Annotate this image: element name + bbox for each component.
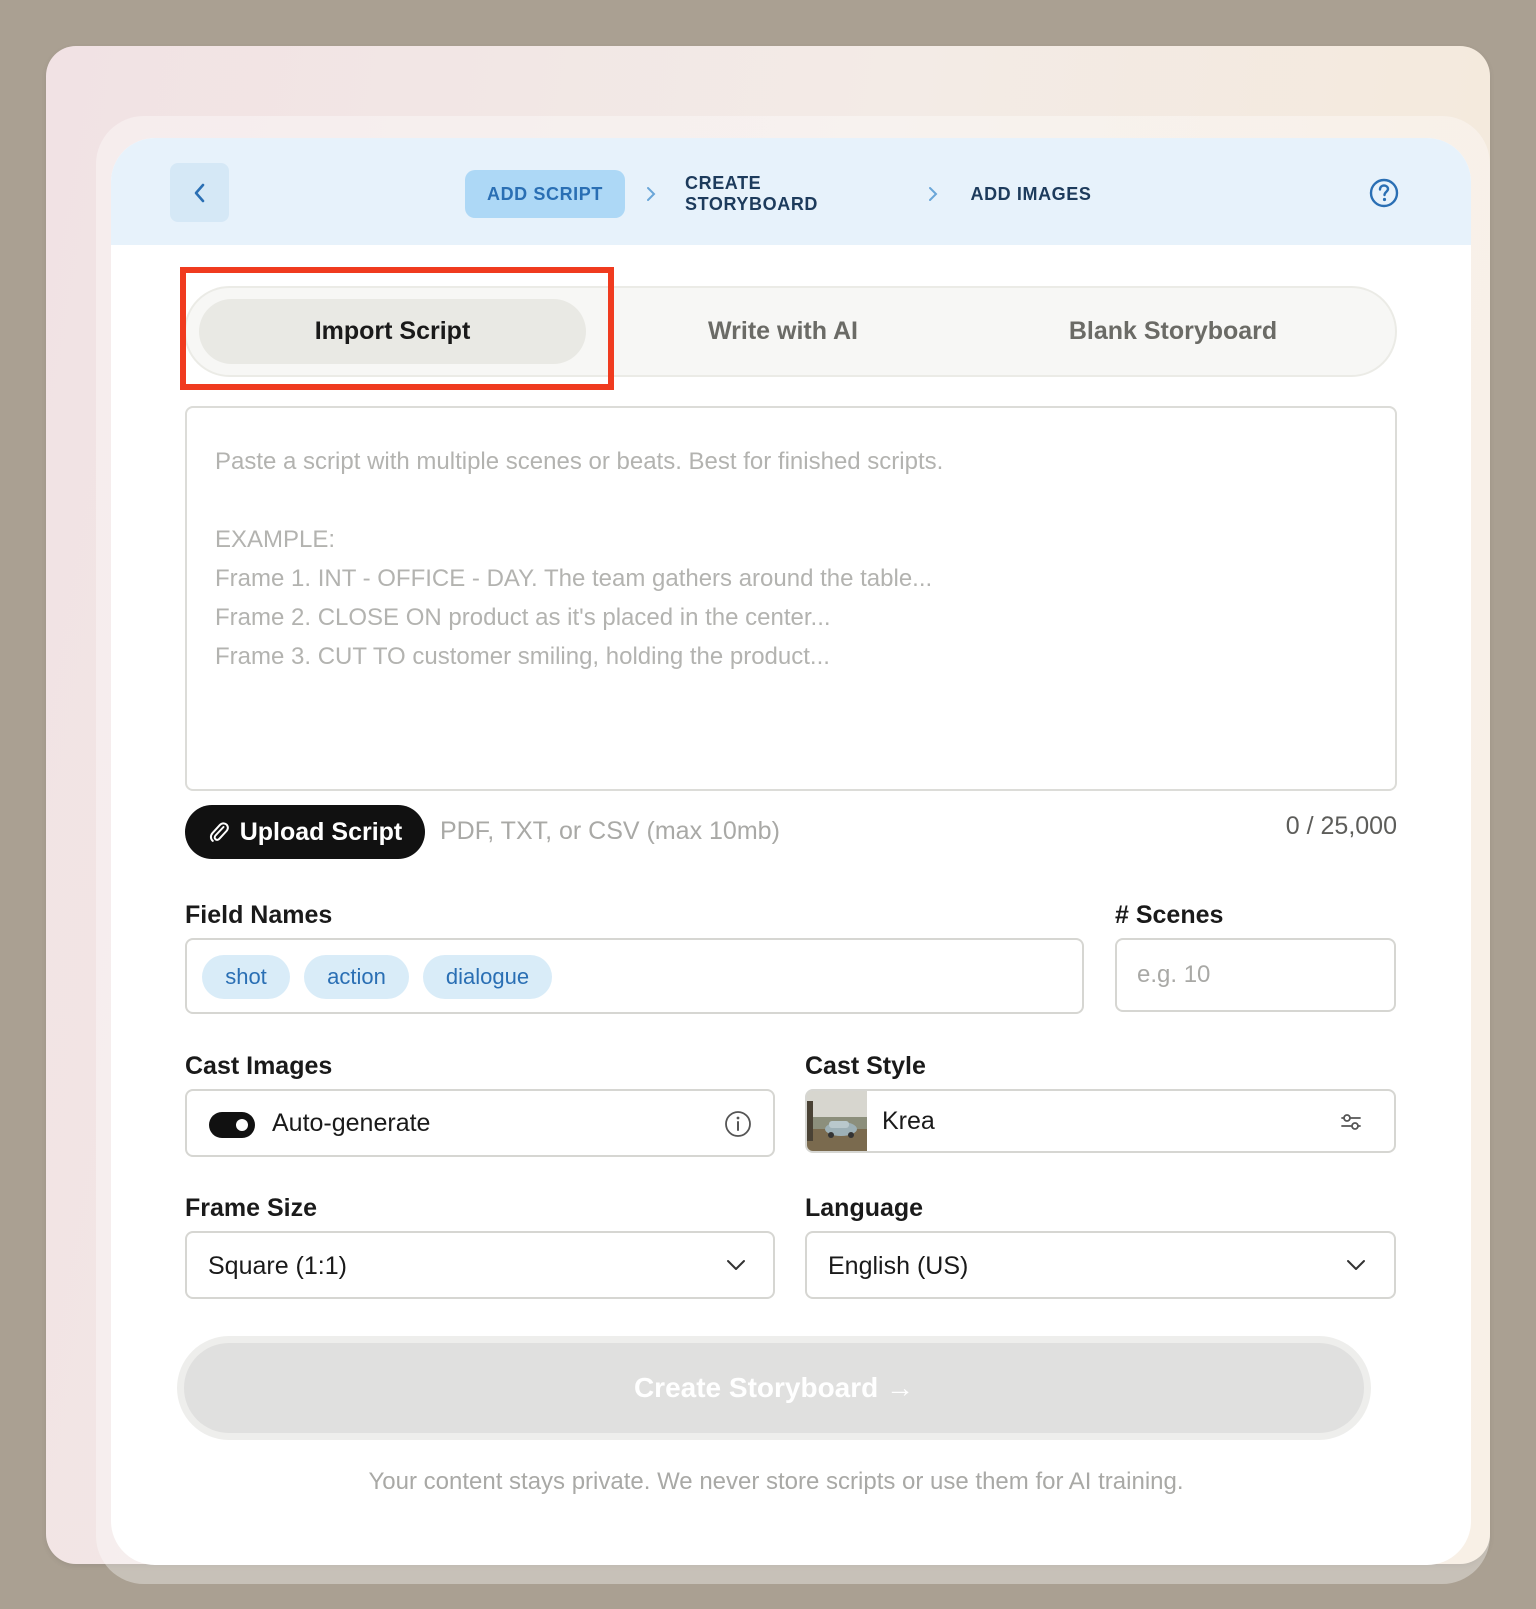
language-label: Language bbox=[805, 1194, 924, 1222]
chevron-right-icon bbox=[929, 187, 938, 201]
chevron-down-icon bbox=[727, 1260, 745, 1270]
language-value: English (US) bbox=[828, 1252, 969, 1280]
placeholder-line: Frame 3. CUT TO customer smiling, holdin… bbox=[215, 643, 830, 670]
info-icon[interactable] bbox=[724, 1110, 752, 1138]
auto-generate-label: Auto-generate bbox=[272, 1109, 431, 1137]
create-storyboard-button[interactable]: Create Storyboard → bbox=[184, 1343, 1364, 1433]
storyboard-dialog: ADD SCRIPT CREATE STORYBOARD ADD IMAGES … bbox=[111, 138, 1471, 1565]
window-frame: ADD SCRIPT CREATE STORYBOARD ADD IMAGES … bbox=[46, 46, 1490, 1584]
mode-tabs: Import Script Write with AI Blank Storyb… bbox=[184, 286, 1397, 377]
cast-style-thumbnail bbox=[807, 1091, 867, 1151]
upload-script-button[interactable]: Upload Script bbox=[185, 805, 425, 859]
character-counter: 0 / 25,000 bbox=[1285, 812, 1397, 840]
field-tag-dialogue[interactable]: dialogue bbox=[423, 955, 552, 999]
step-create-storyboard[interactable]: CREATE STORYBOARD bbox=[685, 170, 899, 218]
placeholder-gap bbox=[215, 481, 1367, 520]
field-tag-shot[interactable]: shot bbox=[202, 955, 290, 999]
paperclip-icon bbox=[209, 822, 229, 842]
placeholder-line: Frame 1. INT - OFFICE - DAY. The team ga… bbox=[215, 565, 933, 592]
cast-style-label: Cast Style bbox=[805, 1052, 926, 1080]
toggle-knob bbox=[236, 1119, 248, 1131]
tab-blank-storyboard[interactable]: Blank Storyboard bbox=[976, 299, 1370, 364]
tab-write-with-ai[interactable]: Write with AI bbox=[586, 299, 980, 364]
auto-generate-toggle[interactable] bbox=[209, 1112, 255, 1138]
cast-style-select[interactable]: Krea bbox=[805, 1089, 1396, 1153]
tab-import-script[interactable]: Import Script bbox=[199, 299, 586, 364]
script-textarea[interactable]: Paste a script with multiple scenes or b… bbox=[185, 406, 1397, 791]
placeholder-line: Paste a script with multiple scenes or b… bbox=[215, 448, 944, 475]
chevron-left-icon bbox=[194, 183, 204, 202]
field-tag-action[interactable]: action bbox=[304, 955, 409, 999]
cast-images-field: Auto-generate bbox=[185, 1089, 775, 1157]
upload-hint: PDF, TXT, or CSV (max 10mb) bbox=[440, 817, 780, 845]
placeholder-line: EXAMPLE: bbox=[215, 526, 336, 553]
cast-style-value: Krea bbox=[882, 1107, 935, 1135]
create-storyboard-wrapper: Create Storyboard → bbox=[177, 1336, 1371, 1440]
sliders-icon[interactable] bbox=[1339, 1110, 1363, 1134]
scenes-label: # Scenes bbox=[1115, 901, 1224, 929]
question-circle-icon[interactable] bbox=[1367, 176, 1401, 210]
language-select[interactable]: English (US) bbox=[805, 1231, 1396, 1299]
step-add-images[interactable]: ADD IMAGES bbox=[967, 170, 1095, 218]
chevron-down-icon bbox=[1347, 1260, 1365, 1270]
field-names-label: Field Names bbox=[185, 901, 333, 929]
chevron-right-icon bbox=[647, 187, 656, 201]
step-add-script[interactable]: ADD SCRIPT bbox=[465, 170, 625, 218]
upload-script-label: Upload Script bbox=[239, 817, 403, 846]
step-navigation: ADD SCRIPT CREATE STORYBOARD ADD IMAGES bbox=[111, 138, 1471, 245]
placeholder-line: Frame 2. CLOSE ON product as it's placed… bbox=[215, 604, 831, 631]
field-names-input[interactable]: shot action dialogue bbox=[185, 938, 1084, 1014]
scenes-input[interactable] bbox=[1115, 938, 1396, 1012]
frame-size-value: Square (1:1) bbox=[208, 1252, 347, 1280]
frame-size-label: Frame Size bbox=[185, 1194, 318, 1222]
privacy-note: Your content stays private. We never sto… bbox=[368, 1468, 1184, 1495]
frame-size-select[interactable]: Square (1:1) bbox=[185, 1231, 775, 1299]
back-button[interactable] bbox=[170, 163, 229, 222]
cast-images-label: Cast Images bbox=[185, 1052, 333, 1080]
